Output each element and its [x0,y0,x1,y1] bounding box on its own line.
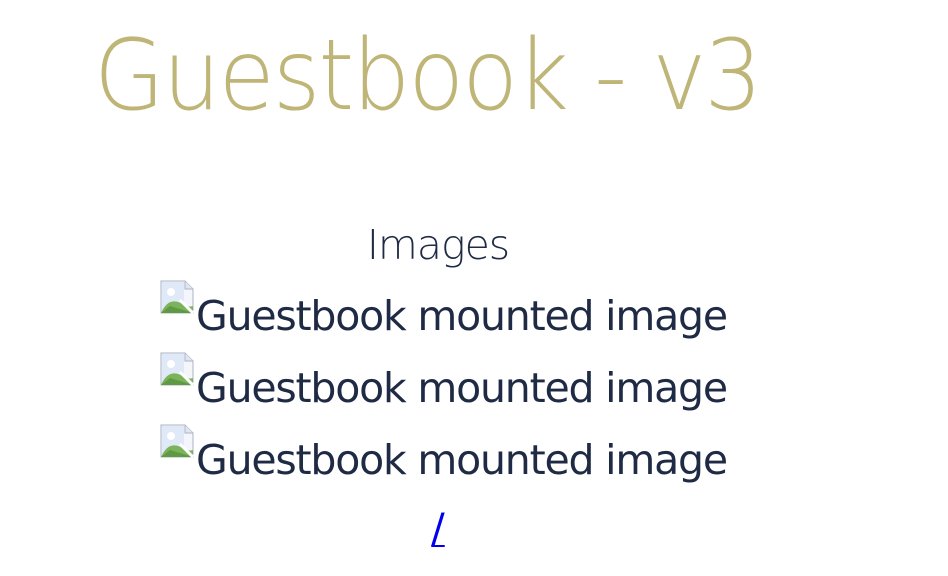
list-item: Guestbook mounted image [160,352,728,424]
image-alt-text: Guestbook mounted image [196,292,728,340]
root-link[interactable]: / [0,504,876,554]
image-list: Guestbook mounted image Guestbook mounte… [160,280,728,496]
list-item: Guestbook mounted image [160,280,728,352]
image-alt-text: Guestbook mounted image [196,364,728,412]
images-heading: Images [366,221,510,269]
broken-image-icon [160,280,194,314]
list-item: Guestbook mounted image [160,424,728,496]
broken-image-icon [160,424,194,458]
image-alt-text: Guestbook mounted image [196,436,728,484]
broken-image-icon [160,352,194,386]
page-title: Guestbook - v3 [94,19,762,133]
